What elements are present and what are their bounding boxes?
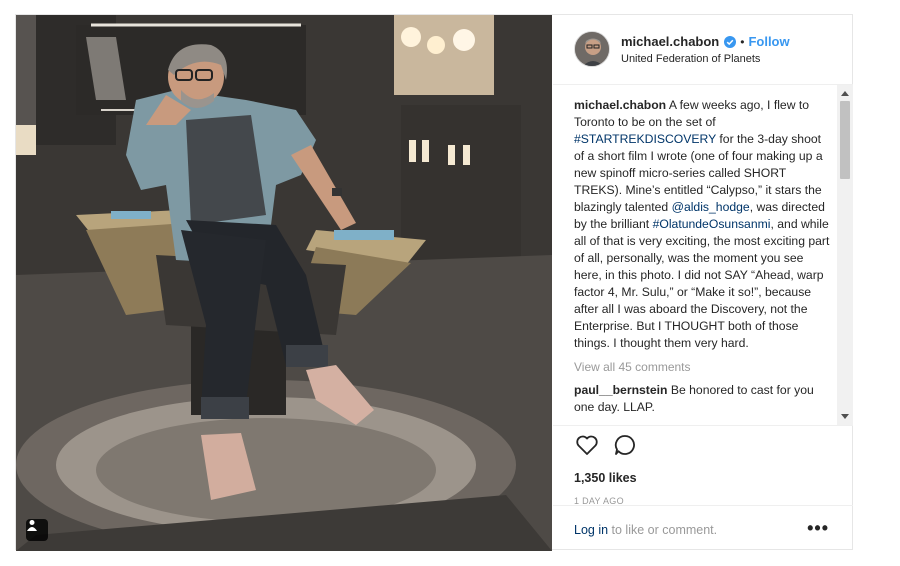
scroll-thumb[interactable] [840, 101, 850, 179]
user-tag-icon[interactable] [26, 519, 48, 541]
follow-button[interactable]: Follow [748, 34, 789, 49]
post-photo[interactable] [16, 15, 552, 551]
comment-box: Log in to like or comment. ••• [553, 505, 853, 551]
login-link[interactable]: Log in [574, 523, 608, 537]
comment-username[interactable]: paul__bernstein [574, 383, 667, 397]
avatar[interactable] [574, 31, 610, 67]
post-header: michael.chabon • Follow United Federatio… [553, 15, 853, 85]
location-link[interactable]: United Federation of Planets [621, 53, 846, 65]
hashtag-link[interactable]: #STARTREKDISCOVERY [574, 132, 716, 146]
instagram-post: michael.chabon • Follow United Federatio… [15, 14, 853, 551]
comments-section[interactable]: michael.chabon A few weeks ago, I flew t… [553, 85, 853, 425]
comments-list: michael.chabon A few weeks ago, I flew t… [574, 97, 832, 416]
login-suffix: to like or comment. [608, 523, 718, 537]
login-prompt: Log in to like or comment. [574, 523, 717, 537]
username-line: michael.chabon • Follow [621, 34, 846, 49]
post-username[interactable]: michael.chabon [621, 34, 719, 49]
caption-username[interactable]: michael.chabon [574, 98, 666, 112]
hashtag-link[interactable]: #OlatundeOsunsanmi [653, 217, 771, 231]
comments-scrollbar[interactable] [837, 85, 853, 425]
separator-dot: • [740, 34, 745, 49]
comment-bubble-icon[interactable] [612, 432, 638, 458]
mention-link[interactable]: @aldis_hodge [672, 200, 750, 214]
more-options-button[interactable]: ••• [807, 518, 829, 539]
photo-illustration [16, 15, 552, 551]
actions-area: 1,350 likes 1 DAY AGO [553, 425, 853, 515]
caption-text-4: , and while all of that is very exciting… [574, 217, 830, 350]
header-text: michael.chabon • Follow United Federatio… [621, 34, 846, 65]
view-all-comments-link[interactable]: View all 45 comments [574, 360, 832, 374]
heart-icon[interactable] [574, 432, 600, 458]
caption: michael.chabon A few weeks ago, I flew t… [574, 97, 832, 352]
scroll-down-arrow-icon[interactable] [841, 414, 849, 419]
person-icon [27, 520, 37, 531]
avatar-image [575, 32, 609, 66]
post-sidebar: michael.chabon • Follow United Federatio… [553, 15, 853, 551]
likes-count[interactable]: 1,350 likes [574, 471, 637, 485]
action-icons [574, 432, 638, 458]
scroll-up-arrow-icon[interactable] [841, 91, 849, 96]
comment-item: paul__bernstein Be honored to cast for y… [574, 382, 832, 416]
verified-badge-icon [724, 35, 737, 48]
